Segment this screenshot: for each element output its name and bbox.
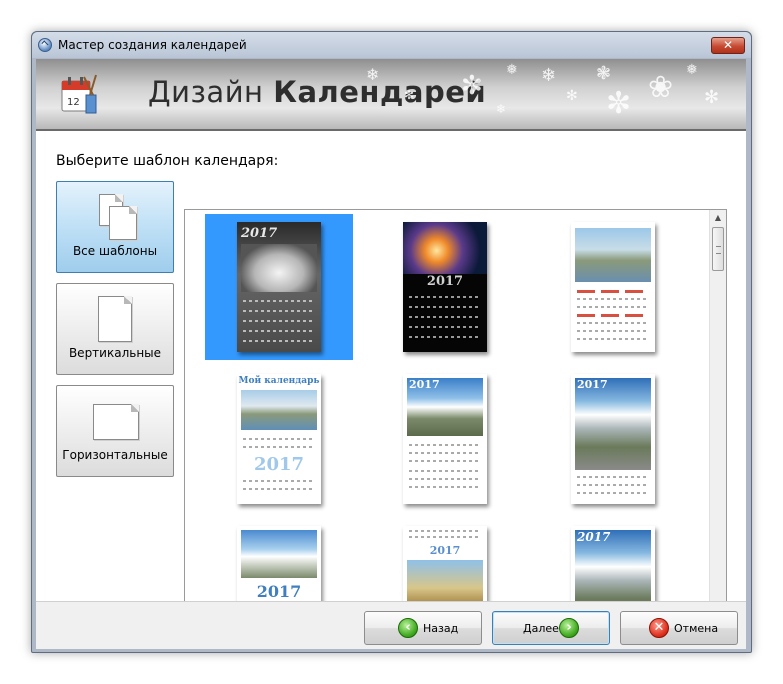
template-thumbnail[interactable]: 2017 [403,374,487,504]
mountain-photo [241,530,317,578]
vertical-page-icon [98,296,132,342]
category-label: Вертикальные [68,346,162,360]
horizontal-page-icon [93,404,139,440]
window-title: Мастер создания календарей [58,38,247,52]
arrow-right-icon: › [559,618,579,638]
template-year: 2017 [429,544,461,557]
car-photo [241,244,317,292]
cancel-button[interactable]: ✕ Отмена [620,611,738,645]
close-button[interactable]: ✕ [711,37,745,54]
wizard-client: 12 Дизайн Календарей ❄ ✻ ✼ ❅ ❄ ✻ ❃ ✼ ❀ ❅… [36,59,746,649]
cancel-x-icon: ✕ [649,618,669,638]
category-label: Горизонтальные [62,448,168,462]
back-button-label: Назад [423,622,459,635]
mountain-road-photo [575,378,651,470]
svg-text:12: 12 [67,97,80,108]
snowflake-icon: ❀ [648,70,674,105]
snowflake-icon: ❃ [596,63,612,84]
next-button-label: Далее [523,622,559,635]
snowflake-icon: ❅ [506,62,518,78]
template-year: 2017 [256,582,302,601]
template-year: 2017 [577,530,611,544]
template-watermark-year: 2017 [253,454,305,475]
scroll-up-arrow-icon[interactable]: ▲ [710,210,726,226]
scroll-thumb[interactable] [712,227,724,271]
coast-photo [575,228,651,282]
template-thumbnail[interactable]: 2017 [403,222,487,352]
template-thumbnail[interactable]: Мой календарь 2017 [237,374,321,504]
snowflake-icon: ❄ [496,102,507,116]
snowflake-icon: ✼ [606,86,632,121]
title-bar[interactable]: Мастер создания календарей ✕ [32,32,751,58]
app-icon [38,38,52,52]
snowflake-icon: ✻ [566,88,578,104]
snowflake-icon: ✻ [704,87,720,108]
snowflake-icon: ✻ [404,88,415,102]
template-year: 2017 [426,274,464,289]
template-list-scrollbar[interactable]: ▲ ▼ [709,210,726,617]
cancel-button-label: Отмена [674,622,719,635]
template-year: 2017 [409,378,440,391]
template-year: 2017 [577,378,608,391]
template-thumbnail[interactable]: 2017 [237,222,321,352]
back-button[interactable]: ‹ Назад [364,611,482,645]
snowflake-icon: ✼ [461,71,483,101]
all-templates-icon-front [109,206,137,240]
content-area: Выберите шаблон календаря: Все шаблоны В… [36,131,746,618]
coast-photo [241,390,317,430]
template-year: Мой календарь [238,376,320,386]
wizard-window: Мастер создания календарей ✕ 12 Дизайн К… [31,31,752,653]
category-all-templates-button[interactable]: Все шаблоны [56,181,174,273]
banner-title: Дизайн Календарей [148,75,487,109]
template-year: 2017 [241,226,278,241]
space-photo [403,222,487,274]
choose-template-label: Выберите шаблон календаря: [56,153,279,169]
wizard-footer: ‹ Назад Далее › ✕ Отмена [36,601,746,649]
category-vertical-button[interactable]: Вертикальные [56,283,174,375]
header-banner: 12 Дизайн Календарей ❄ ✻ ✼ ❅ ❄ ✻ ❃ ✼ ❀ ❅… [36,59,746,131]
template-thumbnail[interactable]: 2017 [571,374,655,504]
category-label: Все шаблоны [72,244,158,258]
snowflake-icon: ❄ [541,65,557,86]
template-list[interactable]: 2017 2017 Мой календарь 2017 2017 2017 2… [184,209,727,618]
next-button[interactable]: Далее › [492,611,610,645]
snowflake-icon: ❅ [686,62,698,78]
calendar-brush-icon: 12 [61,74,97,114]
template-thumbnail[interactable] [571,222,655,352]
arrow-left-icon: ‹ [398,618,418,638]
category-horizontal-button[interactable]: Горизонтальные [56,385,174,477]
snowflake-icon: ❄ [366,65,380,84]
